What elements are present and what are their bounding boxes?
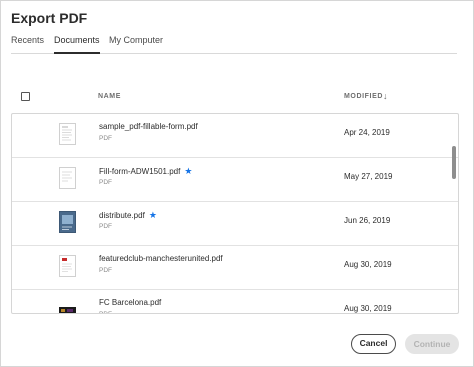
file-modified-date: Aug 30, 2019 xyxy=(344,260,392,269)
file-name-wrap: Fill-form-ADW1501.pdf ★ xyxy=(99,166,192,177)
arrow-down-icon[interactable]: ↓ xyxy=(383,91,388,101)
pdf-thumbnail-icon xyxy=(59,211,76,233)
file-row-fill-form-adw1501[interactable]: Fill-form-ADW1501.pdf ★ PDF May 27, 2019 xyxy=(12,158,458,202)
file-type: PDF xyxy=(99,179,112,186)
tab-my-computer[interactable]: My Computer xyxy=(109,35,163,54)
file-row-sample-pdf-fillable-form[interactable]: sample_pdf-fillable-form.pdf PDF Apr 24,… xyxy=(12,114,458,158)
file-name-wrap: distribute.pdf ★ xyxy=(99,210,157,221)
star-icon[interactable]: ★ xyxy=(149,210,157,220)
file-modified-date: Aug 30, 2019 xyxy=(344,304,392,313)
file-type: PDF xyxy=(99,267,112,274)
file-row-fc-barcelona[interactable]: FC Barcelona.pdf PDF Aug 30, 2019 xyxy=(12,290,458,313)
file-row-distribute[interactable]: distribute.pdf ★ PDF Jun 26, 2019 xyxy=(12,202,458,246)
select-all-checkbox[interactable] xyxy=(21,92,30,101)
list-scrollbar[interactable] xyxy=(452,146,456,179)
table-header: NAME MODIFIED ↓ xyxy=(11,87,459,113)
pdf-thumbnail-icon xyxy=(59,255,76,277)
file-modified-date: May 27, 2019 xyxy=(344,172,393,181)
star-icon[interactable]: ★ xyxy=(184,166,192,176)
file-name: distribute.pdf xyxy=(99,211,145,220)
file-name: featuredclub-manchesterunited.pdf xyxy=(99,254,223,263)
column-header-name[interactable]: NAME xyxy=(98,93,121,100)
file-type: PDF xyxy=(99,223,112,230)
tab-recents[interactable]: Recents xyxy=(11,35,44,54)
pdf-thumbnail-icon xyxy=(59,167,76,189)
tab-bar: Recents Documents My Computer xyxy=(11,35,457,54)
continue-button[interactable]: Continue xyxy=(405,334,459,354)
file-row-featuredclub-manchesterunited[interactable]: featuredclub-manchesterunited.pdf PDF Au… xyxy=(12,246,458,290)
pdf-thumbnail-icon xyxy=(59,307,76,313)
pdf-thumbnail-icon xyxy=(59,123,76,145)
file-list[interactable]: sample_pdf-fillable-form.pdf PDF Apr 24,… xyxy=(11,113,459,314)
file-name: Fill-form-ADW1501.pdf xyxy=(99,167,181,176)
file-type: PDF xyxy=(99,135,112,142)
tab-documents[interactable]: Documents xyxy=(54,35,100,54)
export-pdf-dialog: Export PDF Recents Documents My Computer… xyxy=(0,0,474,367)
file-type: PDF xyxy=(99,311,112,313)
file-name: FC Barcelona.pdf xyxy=(99,298,162,307)
dialog-title: Export PDF xyxy=(11,10,88,26)
file-modified-date: Apr 24, 2019 xyxy=(344,128,390,137)
column-header-modified[interactable]: MODIFIED xyxy=(344,93,383,100)
file-name: sample_pdf-fillable-form.pdf xyxy=(99,122,198,131)
file-modified-date: Jun 26, 2019 xyxy=(344,216,391,225)
cancel-button[interactable]: Cancel xyxy=(351,334,396,354)
